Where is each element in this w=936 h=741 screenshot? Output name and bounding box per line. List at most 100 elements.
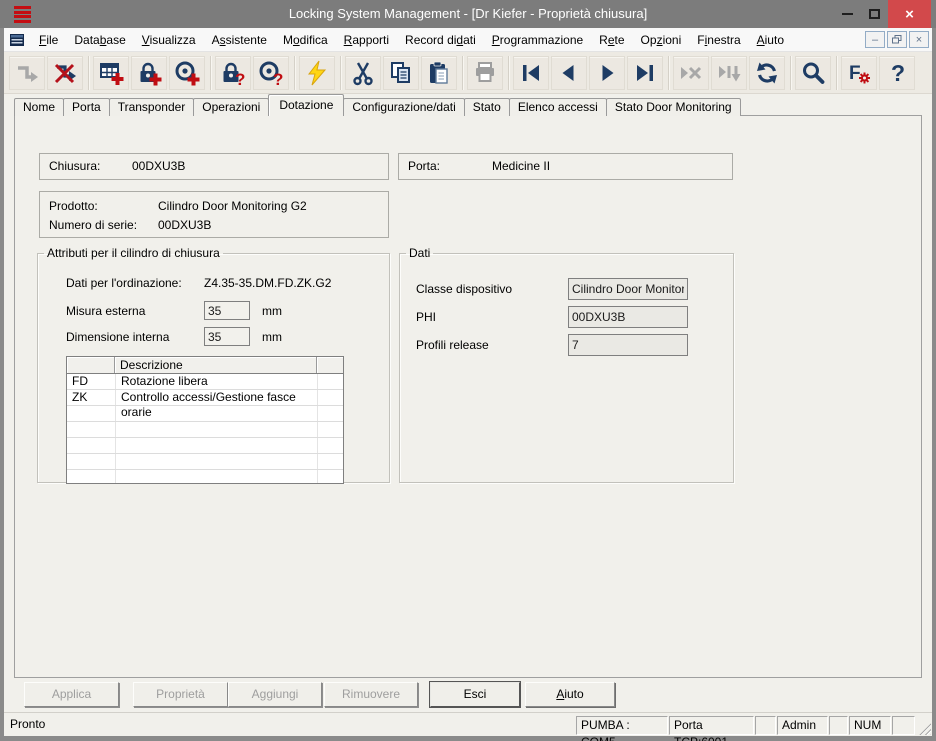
- tab-operazioni[interactable]: Operazioni: [193, 98, 270, 116]
- porta-label: Porta:: [408, 159, 441, 173]
- toolbar-separator: [340, 55, 342, 90]
- cut-button[interactable]: [345, 55, 381, 90]
- close-button[interactable]: ×: [888, 0, 931, 28]
- tab-elenco-accessi[interactable]: Elenco accessi: [508, 98, 607, 116]
- paste-button[interactable]: [421, 55, 457, 90]
- step-arrow-icon: [18, 65, 38, 82]
- menu-programmazione[interactable]: Programmazione: [484, 28, 591, 52]
- tab-nome[interactable]: Nome: [14, 98, 65, 116]
- tab-stato-door-monitoring[interactable]: Stato Door Monitoring: [605, 98, 741, 116]
- read-transponder-button[interactable]: ?: [253, 55, 289, 90]
- filter-settings-icon: F: [849, 63, 870, 84]
- misura-esterna-input[interactable]: [204, 301, 250, 320]
- menu-record-didati[interactable]: Record didati: [397, 28, 484, 52]
- esci-button[interactable]: Esci: [430, 682, 520, 707]
- cancel-record-icon: [681, 66, 702, 79]
- tab-transponder[interactable]: Transponder: [108, 98, 195, 116]
- toolbar-separator: [668, 55, 670, 90]
- header-code-column: [67, 357, 115, 373]
- table-row-empty: [67, 438, 343, 454]
- disconnect-button[interactable]: [47, 55, 83, 90]
- tab-stato[interactable]: Stato: [463, 98, 510, 116]
- toolbar-separator: [88, 55, 90, 90]
- table-row-empty: [67, 406, 343, 422]
- first-record-button[interactable]: [513, 55, 549, 90]
- status-empty-1: [755, 716, 776, 735]
- menu-file[interactable]: File: [31, 28, 66, 52]
- tab-dotazione[interactable]: Dotazione: [268, 94, 345, 116]
- previous-record-icon: [562, 64, 574, 81]
- status-empty-3: [892, 716, 915, 735]
- first-record-icon: [523, 64, 539, 81]
- dimensione-interna-input[interactable]: [204, 327, 250, 346]
- new-transponder-button[interactable]: [169, 55, 205, 90]
- table-row[interactable]: ZK Controllo accessi/Gestione fasce orar…: [67, 390, 343, 419]
- applica-button: Applica: [24, 682, 119, 707]
- option-code: ZK: [72, 390, 88, 404]
- svg-text:F: F: [849, 63, 861, 84]
- rimuovere-button: Rimuovere: [324, 682, 418, 707]
- tab-porta[interactable]: Porta: [63, 98, 110, 116]
- phi-input[interactable]: [568, 306, 688, 328]
- dati-group: Dati Classe dispositivo PHI Profili rele…: [399, 246, 734, 483]
- resize-grip[interactable]: [918, 722, 931, 735]
- print-button: [467, 55, 503, 90]
- menu-database[interactable]: Database: [66, 28, 133, 52]
- menu-finestra[interactable]: Finestra: [689, 28, 748, 52]
- classe-dispositivo-input[interactable]: [568, 278, 688, 300]
- menu-visualizza[interactable]: Visualizza: [134, 28, 204, 52]
- chiusura-value: 00DXU3B: [132, 159, 186, 173]
- svg-text:?: ?: [235, 70, 245, 86]
- help-icon: ?: [891, 60, 905, 86]
- options-table: Descrizione FD Rotazione libera ZK Contr…: [66, 356, 344, 484]
- dimensione-interna-label: Dimensione interna: [66, 330, 170, 344]
- last-record-button[interactable]: [627, 55, 663, 90]
- search-icon: [803, 62, 825, 84]
- toolbar-separator: [462, 55, 464, 90]
- new-locking-plan-button[interactable]: [93, 55, 129, 90]
- chiusura-label: Chiusura:: [49, 159, 101, 173]
- minimize-button[interactable]: [836, 0, 858, 28]
- profili-release-label: Profili release: [416, 338, 489, 352]
- refresh-button[interactable]: [749, 55, 785, 90]
- aiuto-button[interactable]: Aiuto: [525, 682, 615, 707]
- attributes-group: Attributi per il cilindro di chiusura Da…: [37, 246, 390, 484]
- menu-rete[interactable]: Rete: [591, 28, 632, 52]
- next-record-icon: [602, 64, 614, 81]
- read-lock-button[interactable]: ?: [215, 55, 251, 90]
- title-bar: Locking System Management - [Dr Kiefer -…: [0, 0, 936, 28]
- menu-assistente[interactable]: Assistente: [204, 28, 275, 52]
- new-lock-button[interactable]: [131, 55, 167, 90]
- button-row: Applica Proprietà Aggiungi Rimuovere Esc…: [4, 682, 932, 712]
- previous-record-button[interactable]: [551, 55, 587, 90]
- commit-record-button: [711, 55, 747, 90]
- mdi-restore-button[interactable]: [887, 31, 907, 48]
- filter-settings-button[interactable]: F: [841, 55, 877, 90]
- copy-button[interactable]: [383, 55, 419, 90]
- status-num-lock: NUM: [849, 716, 891, 735]
- dati-group-title: Dati: [409, 246, 431, 260]
- svg-text:?: ?: [273, 70, 283, 86]
- menu-aiuto[interactable]: Aiuto: [749, 28, 792, 52]
- mdi-close-button[interactable]: ×: [909, 31, 929, 48]
- next-record-button[interactable]: [589, 55, 625, 90]
- status-bar: Pronto PUMBA : COM5 Porta TCP:6001 Admin…: [4, 712, 932, 741]
- paste-icon: [430, 61, 448, 84]
- maximize-icon: [868, 9, 880, 19]
- numero-serie-label: Numero di serie:: [49, 218, 138, 232]
- profili-release-input[interactable]: [568, 334, 688, 356]
- menu-opzioni[interactable]: Opzioni: [633, 28, 690, 52]
- table-row[interactable]: FD Rotazione libera: [67, 374, 343, 390]
- last-record-icon: [637, 64, 653, 81]
- maximize-button[interactable]: [862, 0, 886, 28]
- status-ready: Pronto: [10, 717, 46, 731]
- help-button[interactable]: ?: [879, 55, 915, 90]
- option-desc: Controllo accessi/Gestione fasce orarie: [115, 390, 317, 419]
- menu-rapporti[interactable]: Rapporti: [336, 28, 397, 52]
- classe-dispositivo-label: Classe dispositivo: [416, 282, 513, 296]
- program-flash-button[interactable]: [299, 55, 335, 90]
- tab-configurazione-dati[interactable]: Configurazione/dati: [343, 98, 465, 116]
- menu-modifica[interactable]: Modifica: [275, 28, 336, 52]
- mdi-minimize-button[interactable]: –: [865, 31, 885, 48]
- search-button[interactable]: [795, 55, 831, 90]
